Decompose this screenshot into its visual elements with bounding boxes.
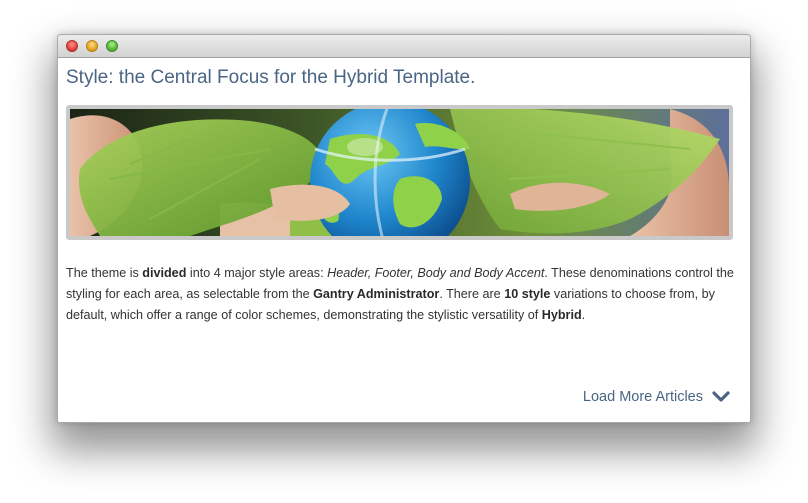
window-zoom-button[interactable] — [106, 40, 118, 52]
load-more-label: Load More Articles — [582, 389, 703, 405]
window-titlebar — [58, 35, 750, 58]
window-minimize-button[interactable] — [86, 40, 98, 52]
emphasis-style-count: 10 style — [504, 287, 551, 301]
article-title[interactable]: Style: the Central Focus for the Hybrid … — [66, 67, 475, 89]
browser-window: Style: the Central Focus for the Hybrid … — [57, 34, 751, 423]
globe-in-leaves-image — [70, 109, 729, 236]
body-text-1: The theme is — [66, 266, 143, 280]
emphasis-divided: divided — [142, 266, 187, 280]
load-more-articles-button[interactable]: Load More Articles — [583, 389, 730, 405]
style-areas-text: Header, Footer, Body and Body Accent — [327, 266, 545, 280]
body-text-6: . — [581, 308, 586, 322]
article-image — [66, 105, 733, 240]
article-body: The theme is divided into 4 major style … — [66, 263, 736, 326]
emphasis-gantry-administrator: Gantry Administrator — [313, 287, 440, 301]
body-text-4: . There are — [439, 287, 505, 301]
body-text-2: into 4 major style areas: — [186, 266, 328, 280]
emphasis-hybrid: Hybrid — [541, 308, 582, 322]
chevron-down-icon — [712, 391, 730, 402]
page-content: Style: the Central Focus for the Hybrid … — [58, 58, 750, 422]
window-close-button[interactable] — [66, 40, 78, 52]
